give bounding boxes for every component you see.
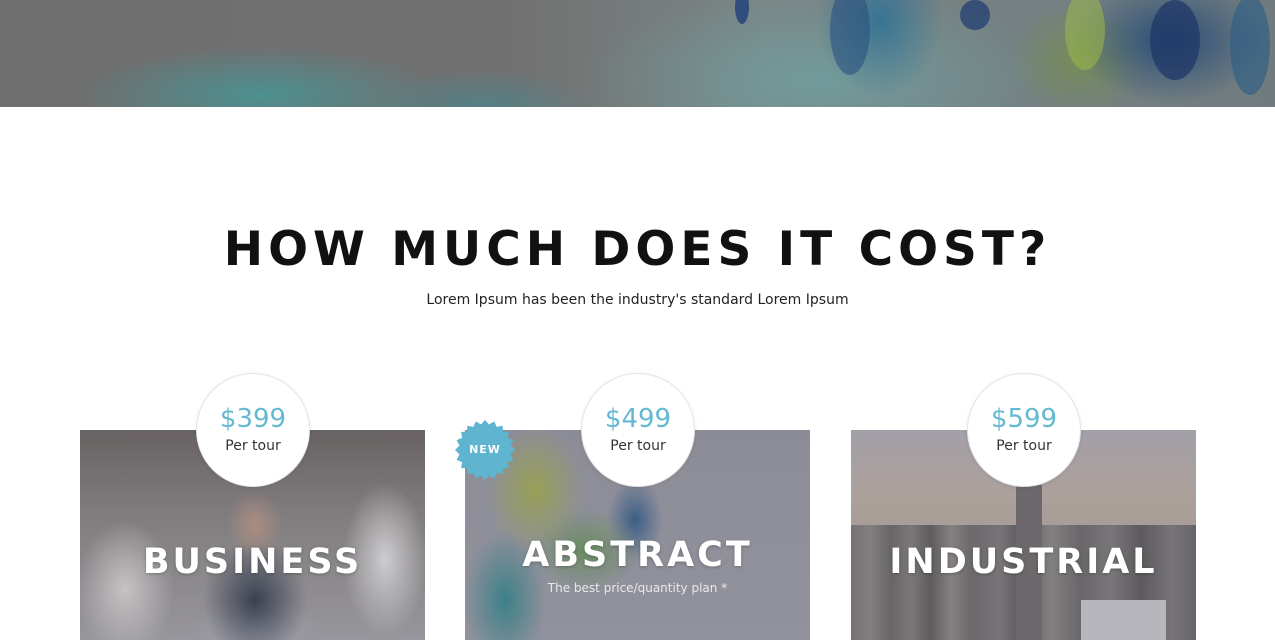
price-amount: $499 [604, 404, 672, 434]
ink-splash-decoration [830, 0, 870, 75]
ink-splash-decoration [1065, 0, 1105, 70]
price-amount: $399 [219, 404, 287, 434]
price-circle-business: $399 Per tour [196, 373, 310, 487]
ink-splash-decoration [960, 0, 990, 30]
ink-splash-decoration [1150, 0, 1200, 80]
badge-label: NEW [469, 443, 501, 456]
price-circle-abstract: $499 Per tour [581, 373, 695, 487]
price-circle-industrial: $599 Per tour [967, 373, 1081, 487]
plan-name: BUSINESS [142, 542, 363, 582]
new-badge: NEW [455, 420, 515, 480]
section-title: HOW MUCH DOES IT COST? [223, 222, 1052, 277]
plan-tagline: The best price/quantity plan * [547, 581, 728, 595]
section-subtitle: Lorem Ipsum has been the industry's stan… [426, 292, 849, 308]
price-period: Per tour [225, 438, 281, 454]
price-period: Per tour [610, 438, 666, 454]
ink-splash-decoration [735, 0, 749, 24]
price-amount: $599 [990, 404, 1058, 434]
ink-splash-decoration [1230, 0, 1270, 95]
plan-name: ABSTRACT [522, 535, 753, 575]
plan-name: INDUSTRIAL [889, 542, 1158, 582]
price-period: Per tour [996, 438, 1052, 454]
hero-banner-image [0, 0, 1275, 107]
